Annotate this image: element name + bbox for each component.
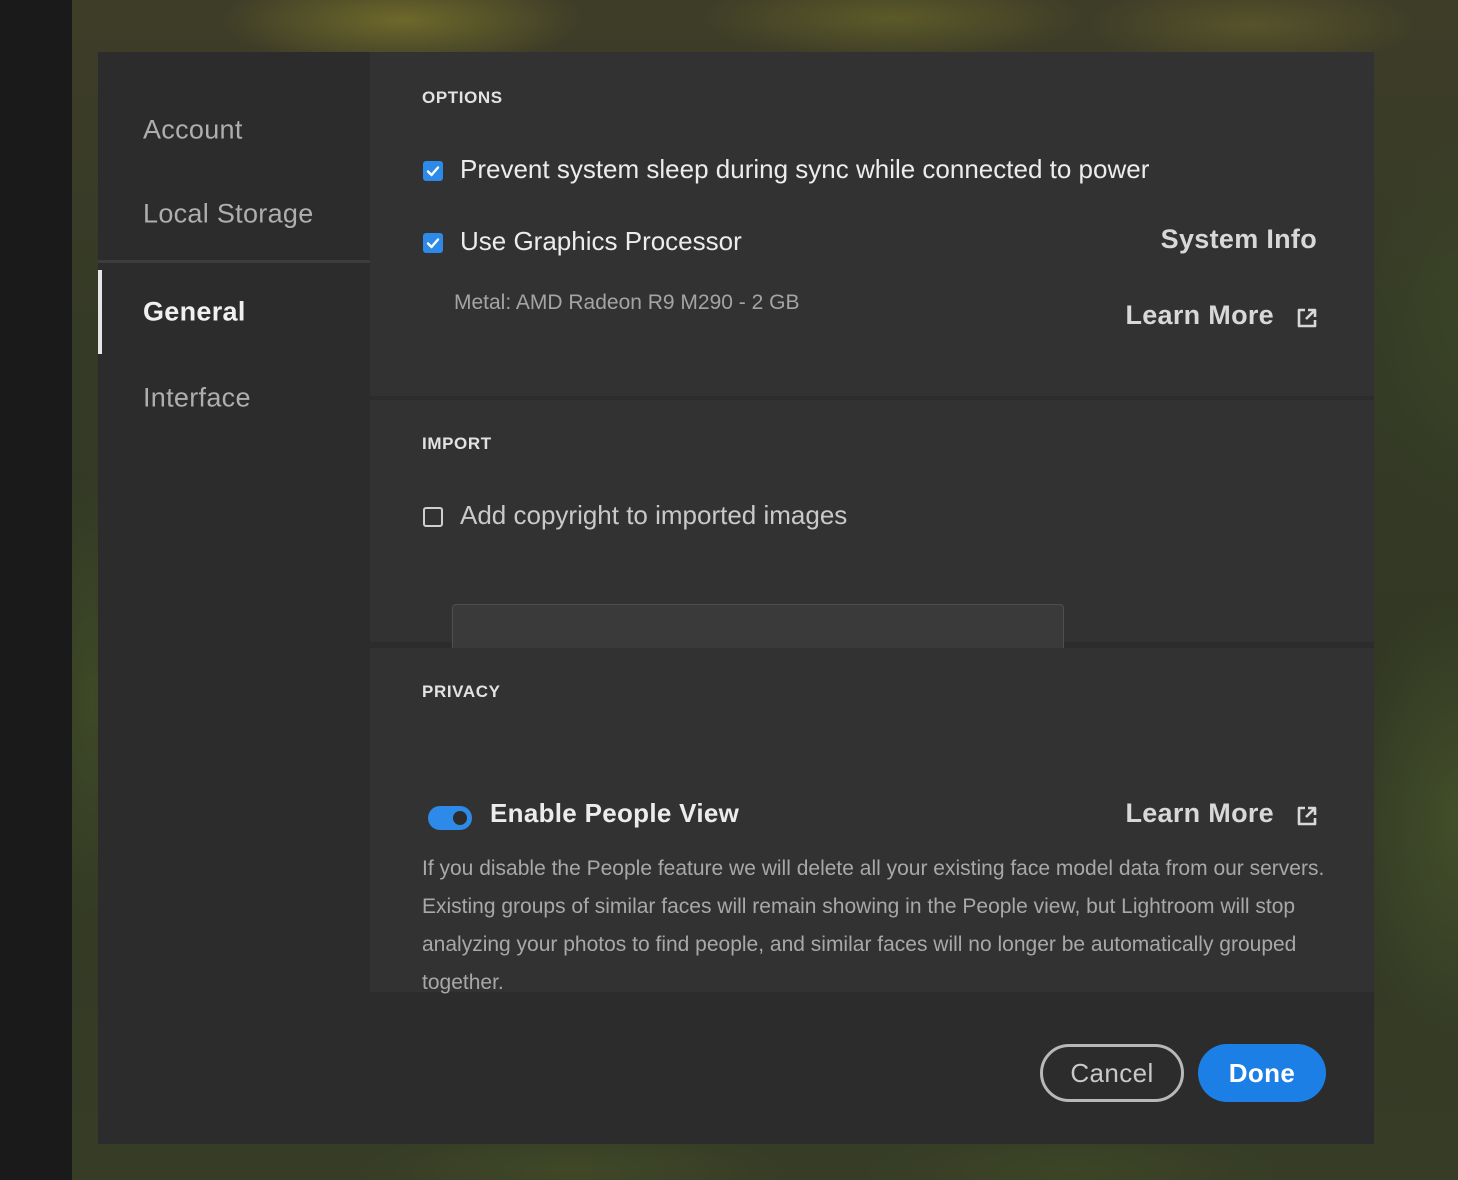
import-heading: IMPORT xyxy=(422,434,492,453)
sidebar-item-local-storage[interactable]: Local Storage xyxy=(98,174,370,254)
options-learn-more-link[interactable]: Learn More xyxy=(1125,300,1274,331)
active-indicator xyxy=(98,270,102,354)
people-view-toggle[interactable] xyxy=(428,806,472,830)
prevent-sleep-checkbox[interactable] xyxy=(423,161,443,181)
sidebar-item-account[interactable]: Account xyxy=(98,90,370,170)
privacy-section: PRIVACY Enable People View Learn More If… xyxy=(370,648,1374,994)
options-heading: OPTIONS xyxy=(422,88,503,107)
checkmark-icon xyxy=(426,238,440,249)
privacy-learn-more-link[interactable]: Learn More xyxy=(1125,798,1274,829)
checkmark-icon xyxy=(426,166,440,177)
sidebar-item-label: Interface xyxy=(143,382,251,413)
cancel-button[interactable]: Cancel xyxy=(1040,1044,1184,1102)
copyright-label[interactable]: Add copyright to imported images xyxy=(460,500,847,531)
sidebar-item-label: General xyxy=(143,296,246,327)
toggle-knob xyxy=(453,811,467,825)
people-view-description: If you disable the People feature we wil… xyxy=(422,857,1325,994)
options-section: OPTIONS Prevent system sleep during sync… xyxy=(370,52,1374,396)
done-button[interactable]: Done xyxy=(1198,1044,1326,1102)
sidebar-item-label: Account xyxy=(143,114,243,145)
sidebar-divider xyxy=(98,260,370,263)
people-view-label[interactable]: Enable People View xyxy=(490,798,739,829)
use-gpu-label[interactable]: Use Graphics Processor xyxy=(460,226,742,257)
left-edge-strip xyxy=(0,0,72,1180)
preferences-dialog: Account Local Storage General Interface … xyxy=(98,52,1374,1144)
sidebar-item-label: Local Storage xyxy=(143,198,314,229)
external-link-icon[interactable] xyxy=(1296,307,1318,329)
sidebar-item-general[interactable]: General xyxy=(98,270,370,354)
gpu-info-text: Metal: AMD Radeon R9 M290 - 2 GB xyxy=(454,291,800,314)
prevent-sleep-label[interactable]: Prevent system sleep during sync while c… xyxy=(460,154,1149,185)
import-section: IMPORT Add copyright to imported images xyxy=(370,400,1374,660)
copyright-checkbox[interactable] xyxy=(423,507,443,527)
preferences-sidebar: Account Local Storage General Interface xyxy=(98,52,370,992)
sidebar-item-interface[interactable]: Interface xyxy=(98,358,370,438)
external-link-icon[interactable] xyxy=(1296,805,1318,827)
use-gpu-checkbox[interactable] xyxy=(423,233,443,253)
privacy-heading: PRIVACY xyxy=(422,682,501,701)
system-info-link[interactable]: System Info xyxy=(1161,224,1317,255)
